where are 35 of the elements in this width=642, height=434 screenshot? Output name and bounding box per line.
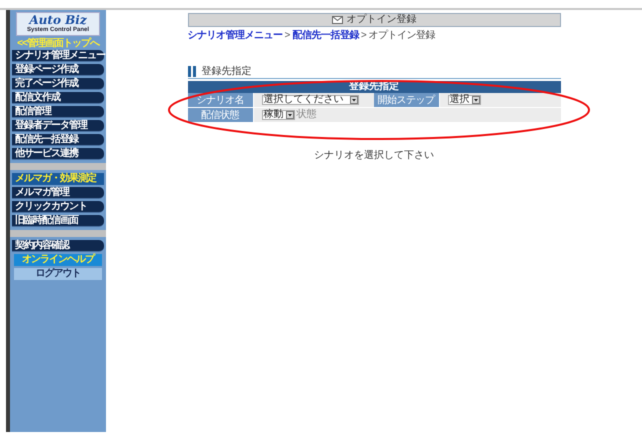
breadcrumb-separator: > [284,30,290,42]
breadcrumb-current: オプトイン登録 [368,30,436,42]
sidebar-item[interactable]: 完了ページ作成 [12,78,104,90]
select-dropdown[interactable]: 選択 [448,95,480,105]
field-label: シナリオ名 [188,93,254,107]
logout-button[interactable]: ログアウト [14,268,102,280]
sidebar-section-heading: メルマガ・効果測定 [12,173,104,185]
logo-title: Auto Biz [29,14,87,26]
field-label: 開始ステップ [374,93,440,107]
sidebar-item[interactable]: 契約内容確認 [12,240,104,252]
sidebar-item[interactable]: メルマガ管理 [12,187,104,199]
select-dropdown[interactable]: 稼動 [262,110,294,120]
instruction-text: シナリオを選択して下さい [313,150,435,162]
section-marker-icon [188,66,198,77]
suffix-text: 状態 [296,110,316,120]
sidebar-item[interactable]: 登録者データ管理 [12,120,104,132]
sidebar-item[interactable]: 配信先一括登録 [12,134,104,146]
section-title: 登録先指定 [202,66,252,77]
select-dropdown[interactable]: 選択してください [262,95,358,105]
envelope-icon [332,16,342,24]
sidebar-item[interactable]: 登録ページ作成 [12,64,104,76]
breadcrumb-link[interactable]: 配信先一括登録 [292,30,359,42]
sidebar-item[interactable]: 配信文作成 [12,92,104,104]
sidebar-item[interactable]: シナリオ管理メニュー [12,50,104,62]
breadcrumb-separator: > [360,30,367,42]
breadcrumb-link[interactable]: シナリオ管理メニュー [188,30,282,42]
field-label: 配信状態 [188,108,254,122]
sidebar-item[interactable]: 旧臨時配信画面 [12,215,104,227]
caret-icon [472,96,480,104]
sidebar-item[interactable]: クリックカウント [12,201,104,213]
caret-icon [286,111,294,119]
caret-icon [350,96,358,104]
page-title: オプトイン登録 [346,14,416,26]
sidebar-item[interactable]: 他サービス連携 [12,148,104,160]
sidebar-item[interactable]: 配信管理 [12,106,104,118]
